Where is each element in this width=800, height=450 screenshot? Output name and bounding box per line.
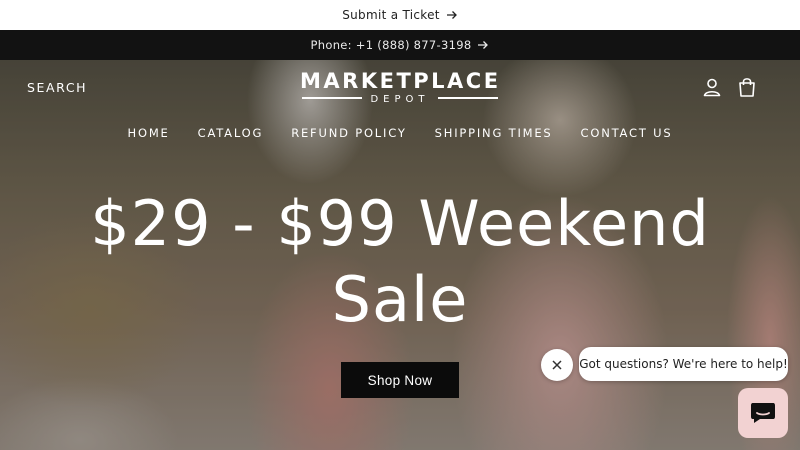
hero-banner: SEARCH MARKETPLACE DEPOT HOME CATALOG RE… — [0, 60, 800, 450]
nav-item-refund-policy[interactable]: REFUND POLICY — [291, 126, 406, 140]
logo-sub-text: DEPOT — [370, 94, 430, 105]
nav-item-home[interactable]: HOME — [128, 126, 170, 140]
hero-content: SEARCH MARKETPLACE DEPOT HOME CATALOG RE… — [0, 60, 800, 450]
arrow-right-icon — [478, 41, 489, 49]
phone-link[interactable]: Phone: +1 (888) 877-3198 — [311, 38, 472, 52]
nav-item-catalog[interactable]: CATALOG — [198, 126, 264, 140]
nav-item-shipping-times[interactable]: SHIPPING TIMES — [435, 126, 553, 140]
logo-rule-right — [438, 97, 498, 99]
hero-headline-line1: $29 - $99 Weekend — [90, 187, 710, 260]
chat-launcher-button[interactable] — [738, 388, 788, 438]
announcement-bar-phone[interactable]: Phone: +1 (888) 877-3198 — [0, 30, 800, 60]
arrow-right-icon — [446, 11, 457, 19]
chat-prompt-bubble[interactable]: Got questions? We're here to help! — [579, 347, 788, 381]
hero-headline-line2: Sale — [331, 263, 469, 336]
chat-prompt-text: Got questions? We're here to help! — [579, 357, 788, 371]
main-navigation: HOME CATALOG REFUND POLICY SHIPPING TIME… — [0, 126, 800, 140]
announcement-bar-ticket[interactable]: Submit a Ticket — [0, 0, 800, 30]
shop-now-button[interactable]: Shop Now — [341, 362, 459, 398]
account-icon[interactable] — [702, 77, 722, 97]
close-icon — [552, 360, 562, 370]
chat-icon — [751, 403, 775, 423]
cart-icon[interactable] — [737, 76, 757, 98]
hero-headline: $29 - $99 Weekend Sale — [0, 186, 800, 338]
logo-main-text: MARKETPLACE — [300, 69, 501, 93]
logo-rule-left — [302, 97, 362, 99]
submit-ticket-link[interactable]: Submit a Ticket — [342, 8, 440, 22]
search-link[interactable]: SEARCH — [27, 80, 87, 95]
nav-item-contact-us[interactable]: CONTACT US — [581, 126, 673, 140]
site-logo[interactable]: MARKETPLACE DEPOT — [300, 68, 500, 106]
chat-close-button[interactable] — [541, 349, 573, 381]
